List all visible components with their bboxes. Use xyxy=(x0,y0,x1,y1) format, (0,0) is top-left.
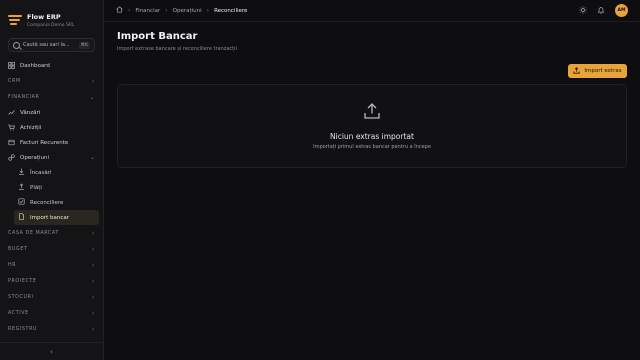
sidebar: Flow ERP Compania Demo SRL Caută sau sar… xyxy=(0,0,104,360)
empty-state-title: Niciun extras importat xyxy=(330,132,414,141)
section-hr[interactable]: HR › xyxy=(0,257,103,273)
grid-icon xyxy=(8,62,15,69)
sidebar-item-plati[interactable]: Plăți xyxy=(14,180,99,195)
home-icon[interactable] xyxy=(116,6,123,15)
search-box[interactable]: Caută sau sari la... ⌘K xyxy=(8,38,95,52)
chevron-right-icon: › xyxy=(165,7,168,14)
empty-state-subtitle: Importați primul extras bancar pentru a … xyxy=(313,144,431,150)
section-label: BUGET xyxy=(8,246,28,252)
bell-icon[interactable] xyxy=(597,6,605,16)
arrow-up-icon xyxy=(18,183,25,192)
brand[interactable]: Flow ERP Compania Demo SRL xyxy=(0,0,103,32)
chevron-right-icon: › xyxy=(92,261,95,269)
section-proiecte[interactable]: PROIECTE › xyxy=(0,273,103,289)
cart-icon xyxy=(8,124,15,131)
section-label: FINANCIAR xyxy=(8,94,40,100)
section-label: PROIECTE xyxy=(8,278,37,284)
empty-state: Niciun extras importat Importați primul … xyxy=(117,84,627,168)
chevron-right-icon: › xyxy=(92,293,95,301)
chevron-right-icon: › xyxy=(92,277,95,285)
section-label: STOCURI xyxy=(8,294,34,300)
topbar-actions: AM xyxy=(579,4,628,17)
sidebar-nav: Dashboard CRM › FINANCIAR ⌄ Vânzări Achi… xyxy=(0,58,103,342)
section-buget[interactable]: BUGET › xyxy=(0,241,103,257)
section-casa-de-marcat[interactable]: CASA DE MARCAT › xyxy=(0,225,103,241)
page-content: Import Bancar Import extrase bancare și … xyxy=(104,22,640,168)
search-shortcut: ⌘K xyxy=(78,41,90,49)
section-crm[interactable]: CRM › xyxy=(0,73,103,89)
section-active[interactable]: ACTIVE › xyxy=(0,305,103,321)
search-input[interactable]: Caută sau sari la... xyxy=(23,42,76,48)
sidebar-item-operatiuni[interactable]: Operațiuni ⌄ xyxy=(0,150,103,165)
sidebar-item-reconciliere[interactable]: Reconciliere xyxy=(14,195,99,210)
upload-icon xyxy=(573,66,580,76)
sidebar-item-label: Operațiuni xyxy=(20,154,50,161)
sidebar-collapse-button[interactable]: ‹ xyxy=(0,342,103,360)
sidebar-item-incasari[interactable]: Încasări xyxy=(14,165,99,180)
breadcrumb-reconciliere: Reconciliere xyxy=(214,7,248,14)
section-label: HR xyxy=(8,262,17,268)
brand-logo-icon xyxy=(8,14,22,26)
trending-up-icon xyxy=(8,109,15,116)
section-stocuri[interactable]: STOCURI › xyxy=(0,289,103,305)
sidebar-item-vanzari[interactable]: Vânzări xyxy=(0,105,103,120)
sidebar-item-label: Vânzări xyxy=(20,109,41,116)
import-extras-label: Import extras xyxy=(584,68,622,74)
page-subtitle: Import extrase bancare și reconciliere t… xyxy=(117,46,237,52)
section-financiar[interactable]: FINANCIAR ⌄ xyxy=(0,89,103,105)
chevron-right-icon: › xyxy=(92,77,95,85)
import-extras-button[interactable]: Import extras xyxy=(568,64,627,78)
chevron-right-icon: › xyxy=(92,325,95,333)
chevron-down-icon: ⌄ xyxy=(89,154,95,161)
section-label: REGISTRU xyxy=(8,326,38,332)
check-square-icon xyxy=(18,198,25,207)
chevron-right-icon: › xyxy=(128,7,131,14)
topbar: › Financiar › Operațiuni › Reconciliere … xyxy=(104,0,640,22)
repeat-icon xyxy=(8,139,15,146)
sidebar-item-import-bancar[interactable]: Import bancar xyxy=(14,210,99,225)
main-area: › Financiar › Operațiuni › Reconciliere … xyxy=(104,0,640,360)
breadcrumb-financiar[interactable]: Financiar xyxy=(135,8,160,14)
chevron-down-icon: ⌄ xyxy=(89,93,95,101)
sidebar-item-label: Dashboard xyxy=(20,62,50,69)
upload-icon xyxy=(363,102,381,124)
brand-title: Flow ERP xyxy=(27,12,61,21)
avatar[interactable]: AM xyxy=(615,4,628,17)
brand-subtitle: Compania Demo SRL xyxy=(27,22,75,28)
sidebar-item-label: Încasări xyxy=(30,169,52,176)
chevron-right-icon: › xyxy=(206,7,210,14)
sidebar-item-facturi-recurente[interactable]: Facturi Recurente xyxy=(0,135,103,150)
sidebar-item-label: Import bancar xyxy=(30,214,70,221)
app-root: Flow ERP Compania Demo SRL Caută sau sar… xyxy=(0,0,640,360)
page-title: Import Bancar xyxy=(117,31,198,42)
sun-icon[interactable] xyxy=(579,5,587,16)
sidebar-item-achizitii[interactable]: Achiziții xyxy=(0,120,103,135)
chevron-left-icon: ‹ xyxy=(50,347,53,356)
arrow-down-icon xyxy=(18,168,25,177)
sidebar-item-dashboard[interactable]: Dashboard xyxy=(0,58,103,73)
chevron-right-icon: › xyxy=(92,245,95,253)
sidebar-item-label: Reconciliere xyxy=(30,199,64,206)
file-icon xyxy=(18,213,25,222)
chevron-right-icon: › xyxy=(92,309,95,317)
sidebar-item-label: Plăți xyxy=(30,184,42,191)
section-label: CRM xyxy=(8,78,21,84)
section-label: ACTIVE xyxy=(8,310,29,316)
search-icon xyxy=(13,41,20,49)
sidebar-item-label: Achiziții xyxy=(20,124,42,131)
chevron-right-icon: › xyxy=(92,229,95,237)
sidebar-item-label: Facturi Recurente xyxy=(20,139,69,146)
section-label: CASA DE MARCAT xyxy=(8,230,59,236)
link-icon xyxy=(8,154,15,161)
section-registru[interactable]: REGISTRU › xyxy=(0,321,103,337)
breadcrumb-operatiuni[interactable]: Operațiuni xyxy=(173,8,202,14)
